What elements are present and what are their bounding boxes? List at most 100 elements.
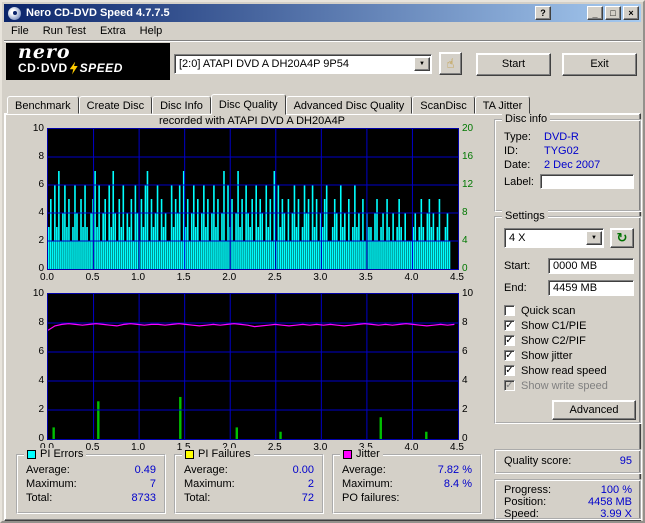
checkbox-quick-scan[interactable]: Quick scan (504, 304, 575, 317)
disc-info-group: Disc info Label: Type: DVD-R ID: TYG02 Date:… (494, 113, 642, 212)
label-field[interactable] (540, 174, 634, 189)
menu-extra[interactable]: Extra (93, 23, 133, 40)
axis-tick: 20 (462, 123, 474, 134)
axis-tick: 10 (32, 288, 44, 299)
exit-button[interactable]: Exit (562, 53, 637, 76)
pi-errors-chart (47, 128, 459, 270)
legend-value: 72 (301, 492, 314, 504)
eject-button[interactable]: ☝ (439, 52, 462, 75)
legend-title-text: Jitter (356, 448, 380, 460)
pi-errors-swatch-icon (27, 449, 36, 459)
tab-advanced-disc-quality[interactable]: Advanced Disc Quality (285, 96, 413, 114)
disc-info-label: Date: (504, 159, 531, 171)
axis-tick: 6 (462, 346, 468, 357)
checkbox-show-jitter[interactable]: ✓ Show jitter (504, 349, 572, 362)
progress-label: Progress: (504, 484, 552, 496)
advanced-button[interactable]: Advanced (552, 400, 636, 420)
checkbox-box[interactable]: ✓ (504, 365, 515, 376)
cddvd-logo-text: CD·DVD (18, 61, 68, 75)
progress-label: Speed: (504, 508, 539, 520)
chevron-down-icon[interactable]: ▼ (414, 57, 430, 71)
legend-title: PI Failures (182, 448, 254, 460)
jitter-pif-chart (47, 293, 459, 440)
chevron-down-icon[interactable]: ▼ (586, 231, 602, 245)
legend-label: PO failures: (342, 492, 400, 504)
legend-pi-failures: PI Failures Average: 0.00 Maximum: 2 Total: 72 (174, 448, 324, 514)
pi-failures-swatch-icon (185, 449, 194, 459)
legend-label: Maximum: (26, 478, 77, 490)
settings-title: Settings (502, 210, 548, 222)
axis-tick: 6 (38, 179, 44, 190)
menu-bar: File Run Test Extra Help (4, 23, 641, 40)
checkbox-label: Show C2/PIF (521, 334, 586, 347)
app-window: Nero CD-DVD Speed 4.7.7.5 ? _ □ × File Ru… (0, 0, 645, 523)
app-icon (8, 6, 21, 20)
legend-value: 7 (149, 478, 156, 490)
axis-tick: 3.5 (358, 272, 373, 283)
end-field[interactable]: 4459 MB (548, 280, 634, 296)
speed-logo-text: SPEED (79, 61, 123, 75)
tab-disc-quality[interactable]: Disc Quality (210, 94, 286, 115)
axis-tick: 4.5 (450, 272, 464, 283)
menu-help[interactable]: Help (133, 23, 170, 40)
start-field[interactable]: 0000 MB (548, 258, 634, 274)
axis-tick: 8 (38, 317, 44, 328)
start-button[interactable]: Start (476, 53, 551, 76)
help-button[interactable]: ? (535, 6, 551, 20)
axis-tick: 0.5 (85, 272, 100, 283)
title-bar[interactable]: Nero CD-DVD Speed 4.7.7.5 ? _ □ × (4, 4, 641, 22)
axis-tick: 6 (38, 346, 44, 357)
axis-tick: 1.5 (176, 272, 191, 283)
tab-disc-info[interactable]: Disc Info (152, 96, 211, 114)
menu-run-test[interactable]: Run Test (36, 23, 93, 40)
quality-score-value: 95 (619, 455, 632, 467)
axis-tick: 2.5 (267, 442, 282, 453)
legend-value: 7.82 % (437, 464, 472, 476)
tab-scandisc[interactable]: ScanDisc (412, 96, 475, 114)
checkbox-label: Show write speed (521, 379, 608, 392)
label-label: Label: (504, 176, 534, 188)
drive-selector[interactable]: [2:0] ATAPI DVD A DH20A4P 9P54 ▼ (174, 54, 432, 74)
legend-label: Total: (26, 492, 53, 504)
axis-tick: 10 (32, 123, 44, 134)
maximize-button[interactable]: □ (605, 6, 621, 20)
close-button[interactable]: × (623, 6, 639, 20)
checkbox-show-write-speed[interactable]: ✓ Show write speed (504, 379, 608, 392)
legend-title-text: PI Errors (40, 448, 84, 460)
tab-ta-jitter[interactable]: TA Jitter (474, 96, 531, 114)
axis-tick: 8 (38, 151, 44, 162)
checkbox-box[interactable]: ✓ (504, 335, 515, 346)
legend-label: Maximum: (184, 478, 235, 490)
legend-value: 2 (307, 478, 314, 490)
tab-benchmark[interactable]: Benchmark (7, 96, 79, 114)
axis-tick: 4.0 (404, 442, 419, 453)
axis-tick: 8 (462, 207, 468, 218)
disc-info-title: Disc info (502, 113, 551, 125)
checkbox-box[interactable]: ✓ (504, 350, 515, 361)
checkbox-box[interactable]: ✓ (504, 380, 515, 391)
refresh-button[interactable]: ↻ (610, 228, 634, 248)
checkbox-show-c1-pie[interactable]: ✓ Show C1/PIE (504, 319, 586, 332)
drive-selector-value: [2:0] ATAPI DVD A DH20A4P 9P54 (179, 58, 349, 70)
progress-group: Progress: 100 % Position: 4458 MB Speed: 3.99… (494, 479, 642, 520)
axis-tick: 2 (38, 404, 44, 415)
checkbox-box[interactable] (504, 305, 515, 316)
axis-tick: 3.0 (313, 272, 328, 283)
legend-value: 8733 (131, 492, 156, 504)
axis-tick: 1.0 (131, 442, 146, 453)
window-title: Nero CD-DVD Speed 4.7.7.5 (26, 7, 170, 19)
checkbox-show-read-speed[interactable]: ✓ Show read speed (504, 364, 607, 377)
tab-create-disc[interactable]: Create Disc (78, 96, 153, 114)
nero-logo: nero CD·DVD SPEED (6, 43, 170, 80)
speed-selector[interactable]: 4 X ▼ (504, 228, 604, 248)
menu-file[interactable]: File (4, 23, 36, 40)
checkbox-show-c2-pif[interactable]: ✓ Show C2/PIF (504, 334, 586, 347)
minimize-button[interactable]: _ (587, 6, 603, 20)
axis-tick: 4 (462, 235, 468, 246)
checkbox-box[interactable]: ✓ (504, 320, 515, 331)
tab-bar: Benchmark Create Disc Disc Info Disc Qualit… (7, 93, 531, 115)
progress-value: 100 % (600, 484, 632, 496)
legend-title: Jitter (340, 448, 383, 460)
legend-pi-errors: PI Errors Average: 0.49 Maximum: 7 Total: 8733 (16, 448, 166, 514)
disc-info-label: ID: (504, 145, 519, 157)
